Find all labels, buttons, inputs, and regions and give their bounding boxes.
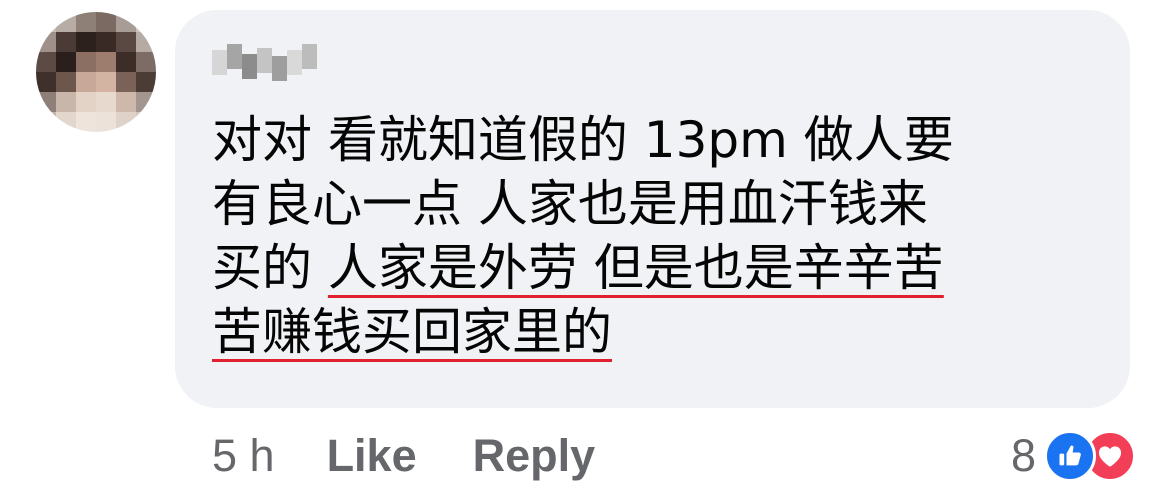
- comment-line: 对对 看就知道假的 13pm 做人要: [212, 108, 1112, 172]
- comment-line-text: 对对 看就知道假的 13pm 做人要: [212, 111, 954, 169]
- comment: 对对 看就知道假的 13pm 做人要 有良心一点 人家也是用血汗钱来 买的 人家…: [0, 0, 1170, 497]
- like-button[interactable]: Like: [327, 430, 417, 482]
- comment-line-underlined: 人家是外劳 但是也是辛辛苦: [327, 239, 944, 297]
- comment-line-text: 买的: [212, 239, 328, 297]
- reaction-count: 8: [1010, 430, 1036, 481]
- comment-actions: 5 h Like Reply: [212, 428, 595, 484]
- thumbs-up-icon: [1044, 430, 1096, 482]
- reactions-summary[interactable]: 8: [1011, 428, 1136, 484]
- comment-line-text: 有良心一点 人家也是用血汗钱来: [212, 175, 928, 233]
- comment-line: 苦赚钱买回家里的: [212, 300, 1112, 364]
- comment-line: 买的 人家是外劳 但是也是辛辛苦: [212, 236, 1112, 300]
- reply-button[interactable]: Reply: [473, 430, 596, 482]
- author-name-redacted[interactable]: [212, 44, 317, 94]
- comment-line-underlined: 苦赚钱买回家里的: [212, 303, 612, 361]
- timestamp[interactable]: 5 h: [212, 430, 275, 482]
- comment-text: 对对 看就知道假的 13pm 做人要 有良心一点 人家也是用血汗钱来 买的 人家…: [212, 108, 1112, 364]
- comment-line: 有良心一点 人家也是用血汗钱来: [212, 172, 1112, 236]
- avatar[interactable]: [36, 12, 156, 132]
